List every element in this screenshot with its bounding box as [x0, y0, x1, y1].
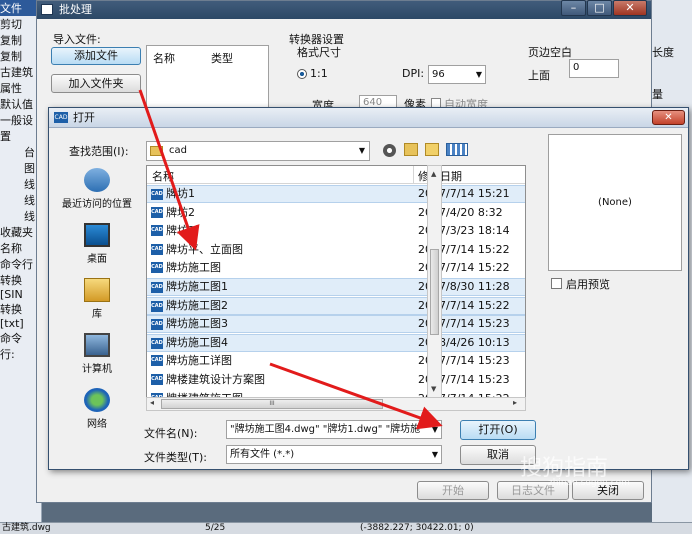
watermark-url: zhinan.sogou.com	[548, 478, 630, 488]
arrow-to-open-button	[269, 362, 443, 430]
arrow-to-add-file	[138, 89, 200, 251]
